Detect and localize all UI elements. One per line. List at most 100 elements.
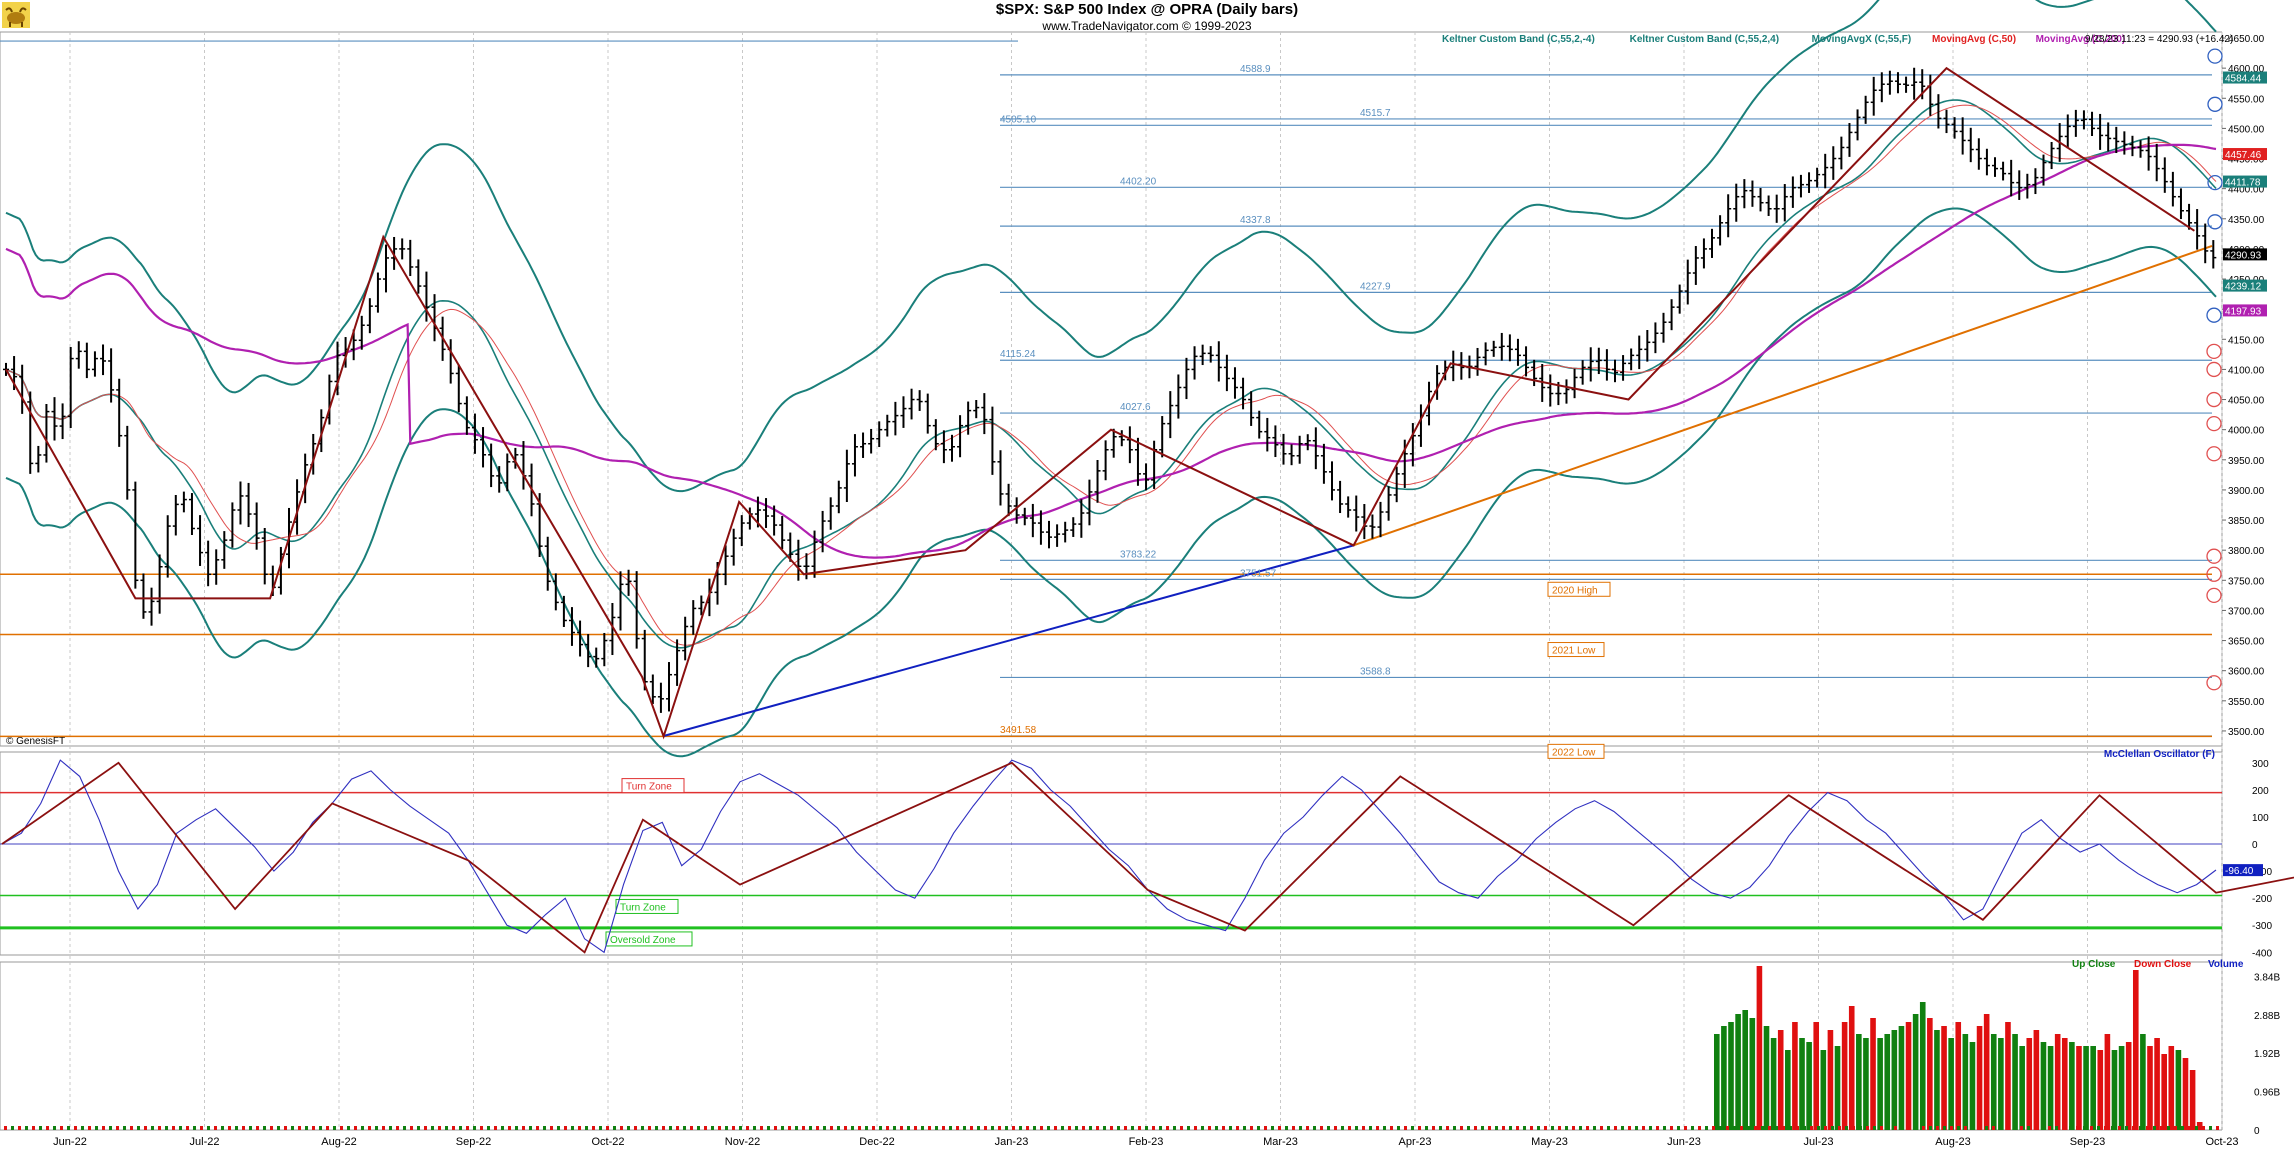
price-y-tick-label: 3550.00 <box>2228 697 2265 708</box>
date-strip-tick <box>1544 1126 1547 1130</box>
date-strip-tick <box>424 1126 427 1130</box>
date-strip-tick <box>2090 1126 2093 1130</box>
date-strip-tick <box>788 1126 791 1130</box>
level-label: 4027.6 <box>1120 402 1151 413</box>
volume-bar <box>2161 1054 2167 1130</box>
date-strip-tick <box>1068 1126 1071 1130</box>
volume-y-tick-label: 0.96B <box>2254 1088 2280 1099</box>
level-label: 3783.22 <box>1120 549 1157 560</box>
level-label: 4337.8 <box>1240 215 1271 226</box>
price-y-tick-label: 4350.00 <box>2228 215 2265 226</box>
date-strip-tick <box>802 1126 805 1130</box>
volume-bar <box>1948 1038 1954 1130</box>
date-strip-tick <box>1936 1126 1939 1130</box>
chart-canvas: Jun-22 Jul-22 Aug-22 Sep-22 Oct-22 Nov-22 Dec-… <box>0 0 2294 1150</box>
volume-bar <box>1856 1034 1862 1130</box>
date-strip-tick <box>2083 1126 2086 1130</box>
annotation-label: 2020 High <box>1552 585 1598 596</box>
date-strip-tick <box>459 1126 462 1130</box>
date-strip-tick <box>1999 1126 2002 1130</box>
date-strip-tick <box>1040 1126 1043 1130</box>
x-tick-label: Apr-23 <box>1398 1136 1431 1148</box>
volume-legend-entry: Volume <box>2208 959 2244 970</box>
date-strip-tick <box>1600 1126 1603 1130</box>
volume-bar <box>1905 1022 1912 1130</box>
date-strip-tick <box>1565 1126 1568 1130</box>
volume-bar <box>1983 1014 1990 1130</box>
date-strip-tick <box>823 1126 826 1130</box>
date-strip-tick <box>1628 1126 1631 1130</box>
x-tick-label: May-23 <box>1531 1136 1568 1148</box>
volume-bar <box>1792 1022 1798 1130</box>
date-strip-tick <box>1159 1126 1162 1130</box>
x-tick-label: Oct-22 <box>591 1136 624 1148</box>
volume-bar <box>1969 1042 1976 1130</box>
date-strip-tick <box>1747 1126 1750 1130</box>
date-strip-tick <box>1061 1126 1064 1130</box>
date-strip-tick <box>2069 1126 2072 1130</box>
date-strip-tick <box>2125 1126 2128 1130</box>
date-strip-tick <box>1208 1126 1211 1130</box>
date-strip-tick <box>1481 1126 1484 1130</box>
volume-bar <box>1834 1046 1841 1130</box>
date-strip-tick <box>1026 1126 1029 1130</box>
volume-bar <box>1785 1050 1791 1130</box>
volume-bar <box>2040 1042 2047 1130</box>
date-strip-tick <box>123 1126 126 1130</box>
date-strip-tick <box>1334 1126 1337 1130</box>
price-y-tick-label: 3600.00 <box>2228 667 2265 678</box>
date-strip-tick <box>1873 1126 1876 1130</box>
date-strip-tick <box>1838 1126 1841 1130</box>
date-strip-tick <box>2209 1126 2212 1130</box>
date-strip-tick <box>1250 1126 1253 1130</box>
date-strip-tick <box>1712 1126 1715 1130</box>
x-tick-label: Aug-22 <box>321 1136 356 1148</box>
date-strip-tick <box>928 1126 931 1130</box>
date-strip-tick <box>718 1126 721 1130</box>
date-strip-tick <box>340 1126 343 1130</box>
volume-bar <box>1898 1026 1905 1130</box>
date-strip-tick <box>872 1126 875 1130</box>
date-strip-tick <box>1012 1126 1015 1130</box>
date-strip-tick <box>655 1126 658 1130</box>
date-strip-tick <box>2097 1126 2100 1130</box>
date-strip-tick <box>445 1126 448 1130</box>
date-strip-tick <box>1173 1126 1176 1130</box>
date-strip-tick <box>550 1126 553 1130</box>
volume-bar <box>2147 1046 2153 1130</box>
oscillator-y-tick-label: 300 <box>2252 759 2269 770</box>
volume-bar <box>1770 1038 1777 1130</box>
date-strip-tick <box>1768 1126 1771 1130</box>
date-strip-tick <box>1523 1126 1526 1130</box>
date-strip-tick <box>1047 1126 1050 1130</box>
date-strip-tick <box>1929 1126 1932 1130</box>
date-strip-tick <box>1145 1126 1148 1130</box>
volume-bar <box>2189 1070 2196 1130</box>
price-tag-label: 4584.44 <box>2225 74 2262 85</box>
date-strip-tick <box>1607 1126 1610 1130</box>
date-strip-tick <box>746 1126 749 1130</box>
date-strip-tick <box>1383 1126 1386 1130</box>
date-strip-tick <box>1978 1126 1981 1130</box>
date-strip-tick <box>1530 1126 1533 1130</box>
date-strip-tick <box>1782 1126 1785 1130</box>
date-strip-tick <box>676 1126 679 1130</box>
date-strip-tick <box>81 1126 84 1130</box>
date-strip-tick <box>263 1126 266 1130</box>
date-strip-tick <box>1257 1126 1260 1130</box>
date-strip-tick <box>1299 1126 1302 1130</box>
volume-bar <box>2005 1022 2011 1130</box>
date-strip-tick <box>998 1126 1001 1130</box>
volume-bar <box>2047 1046 2054 1130</box>
date-strip-tick <box>2048 1126 2051 1130</box>
date-strip-tick <box>627 1126 630 1130</box>
date-strip-tick <box>1866 1126 1869 1130</box>
date-strip-tick <box>935 1126 938 1130</box>
date-strip-tick <box>2195 1126 2198 1130</box>
date-strip-tick <box>501 1126 504 1130</box>
volume-bar <box>2175 1050 2182 1130</box>
date-strip-tick <box>1292 1126 1295 1130</box>
date-strip-tick <box>1089 1126 1092 1130</box>
price-y-tick-label: 3800.00 <box>2228 546 2265 557</box>
volume-bar <box>2182 1058 2189 1130</box>
